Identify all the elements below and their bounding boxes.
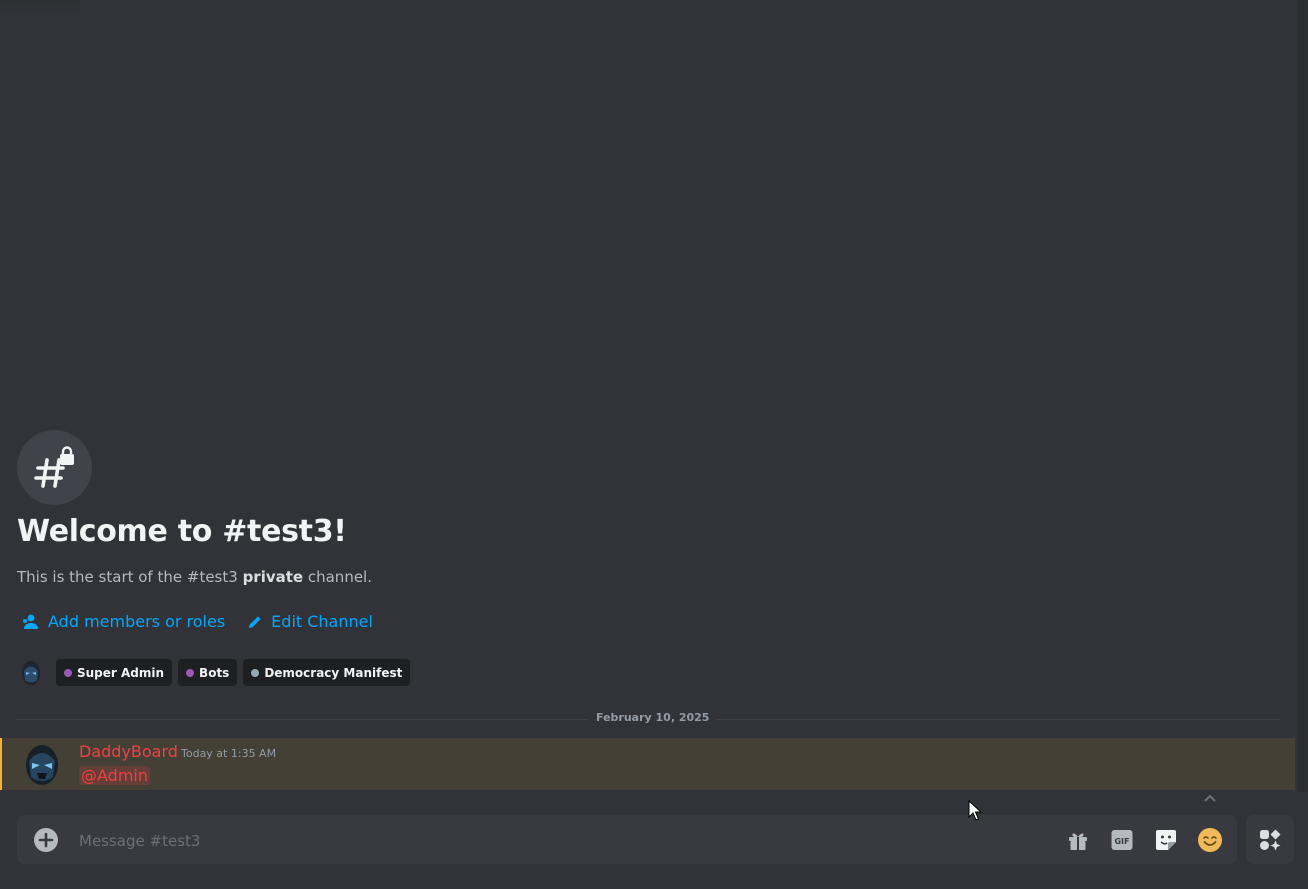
role-color-dot	[251, 668, 260, 677]
message-timestamp: Today at 1:35 AM	[181, 747, 277, 760]
role-pill[interactable]: Super Admin	[56, 659, 173, 686]
role-pill[interactable]: Democracy Manifest	[243, 659, 411, 686]
emoji-icon[interactable]	[1197, 827, 1223, 853]
role-color-dot	[64, 668, 72, 677]
people-icon	[23, 614, 38, 629]
role-pill[interactable]: Bots	[178, 659, 238, 686]
chat-window: Welcome to #test3! This is the start of …	[0, 0, 1308, 889]
channel-members-row: Super Admin Bots Democracy Manifest	[20, 659, 411, 686]
message-author[interactable]: DaddyBoard	[79, 742, 178, 761]
edit-channel-button[interactable]: Edit Channel	[247, 612, 373, 631]
message-mention[interactable]: @Admin	[79, 766, 150, 785]
role-name: Bots	[199, 665, 230, 680]
member-avatar[interactable]	[20, 660, 42, 686]
edit-channel-label: Edit Channel	[271, 612, 373, 631]
role-color-dot	[186, 668, 195, 677]
subtitle-prefix: This is the start of the #test3	[17, 568, 243, 586]
apps-icon[interactable]	[1246, 815, 1294, 864]
gif-icon[interactable]: GIF	[1109, 827, 1135, 853]
author-avatar[interactable]	[22, 743, 62, 787]
channel-actions: Add members or roles Edit Channel	[22, 612, 373, 631]
sticker-icon[interactable]	[1153, 827, 1179, 853]
add-members-label: Add members or roles	[48, 612, 226, 631]
subtitle-private: private	[242, 568, 304, 586]
chevron-up-icon[interactable]	[1200, 789, 1220, 807]
message-highlighted[interactable]: DaddyBoard Today at 1:35 AM @Admin	[0, 738, 1295, 790]
welcome-subtitle: This is the start of the #test3 private …	[17, 568, 372, 586]
gift-icon[interactable]	[1065, 827, 1091, 853]
add-members-button[interactable]: Add members or roles	[22, 612, 225, 631]
top-shadow	[0, 0, 80, 14]
mouse-cursor	[968, 800, 982, 821]
message-input[interactable]	[77, 815, 1041, 866]
welcome-title: Welcome to #test3!	[17, 514, 347, 549]
svg-text:GIF: GIF	[1114, 837, 1129, 846]
plus-circle-icon[interactable]	[33, 827, 59, 853]
pencil-icon	[249, 615, 261, 628]
role-name: Democracy Manifest	[264, 665, 403, 680]
scrollbar[interactable]	[1298, 0, 1308, 792]
date-divider-label: February 10, 2025	[588, 711, 718, 724]
role-name: Super Admin	[77, 665, 165, 680]
message-composer: GIF	[17, 815, 1237, 866]
private-channel-hash-lock-icon	[17, 430, 92, 505]
subtitle-suffix: channel.	[303, 568, 372, 586]
